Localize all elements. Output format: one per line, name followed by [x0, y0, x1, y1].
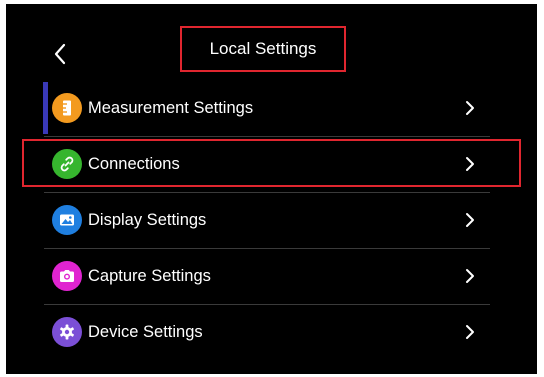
menu-item-label: Display Settings: [88, 210, 207, 229]
chevron-right-icon: [462, 156, 478, 172]
menu-item-device-settings[interactable]: Device Settings: [44, 304, 490, 360]
menu-item-label: Capture Settings: [88, 266, 211, 285]
link-icon: [52, 149, 82, 179]
chevron-right-icon: [462, 324, 478, 340]
chevron-left-icon: [54, 43, 66, 65]
menu-item-label: Measurement Settings: [88, 98, 254, 117]
camera-icon: [52, 261, 82, 291]
gear-icon: [52, 317, 82, 347]
menu-item-capture-settings[interactable]: Capture Settings: [44, 248, 490, 304]
settings-list: Measurement Settings Connections Display…: [43, 80, 490, 360]
selection-indicator: [43, 82, 48, 134]
chevron-right-icon: [462, 100, 478, 116]
title-highlight-box: [180, 26, 346, 72]
image-icon: [52, 205, 82, 235]
menu-item-display-settings[interactable]: Display Settings: [44, 192, 490, 248]
back-button[interactable]: [46, 40, 74, 68]
menu-item-label: Device Settings: [88, 322, 203, 341]
menu-item-measurement-settings[interactable]: Measurement Settings: [43, 80, 490, 136]
menu-item-label: Connections: [88, 154, 180, 173]
menu-item-connections[interactable]: Connections: [44, 136, 490, 192]
chevron-right-icon: [462, 212, 478, 228]
ruler-icon: [52, 93, 82, 123]
settings-screen: Local Settings Measurement Settings Conn…: [6, 4, 537, 374]
chevron-right-icon: [462, 268, 478, 284]
